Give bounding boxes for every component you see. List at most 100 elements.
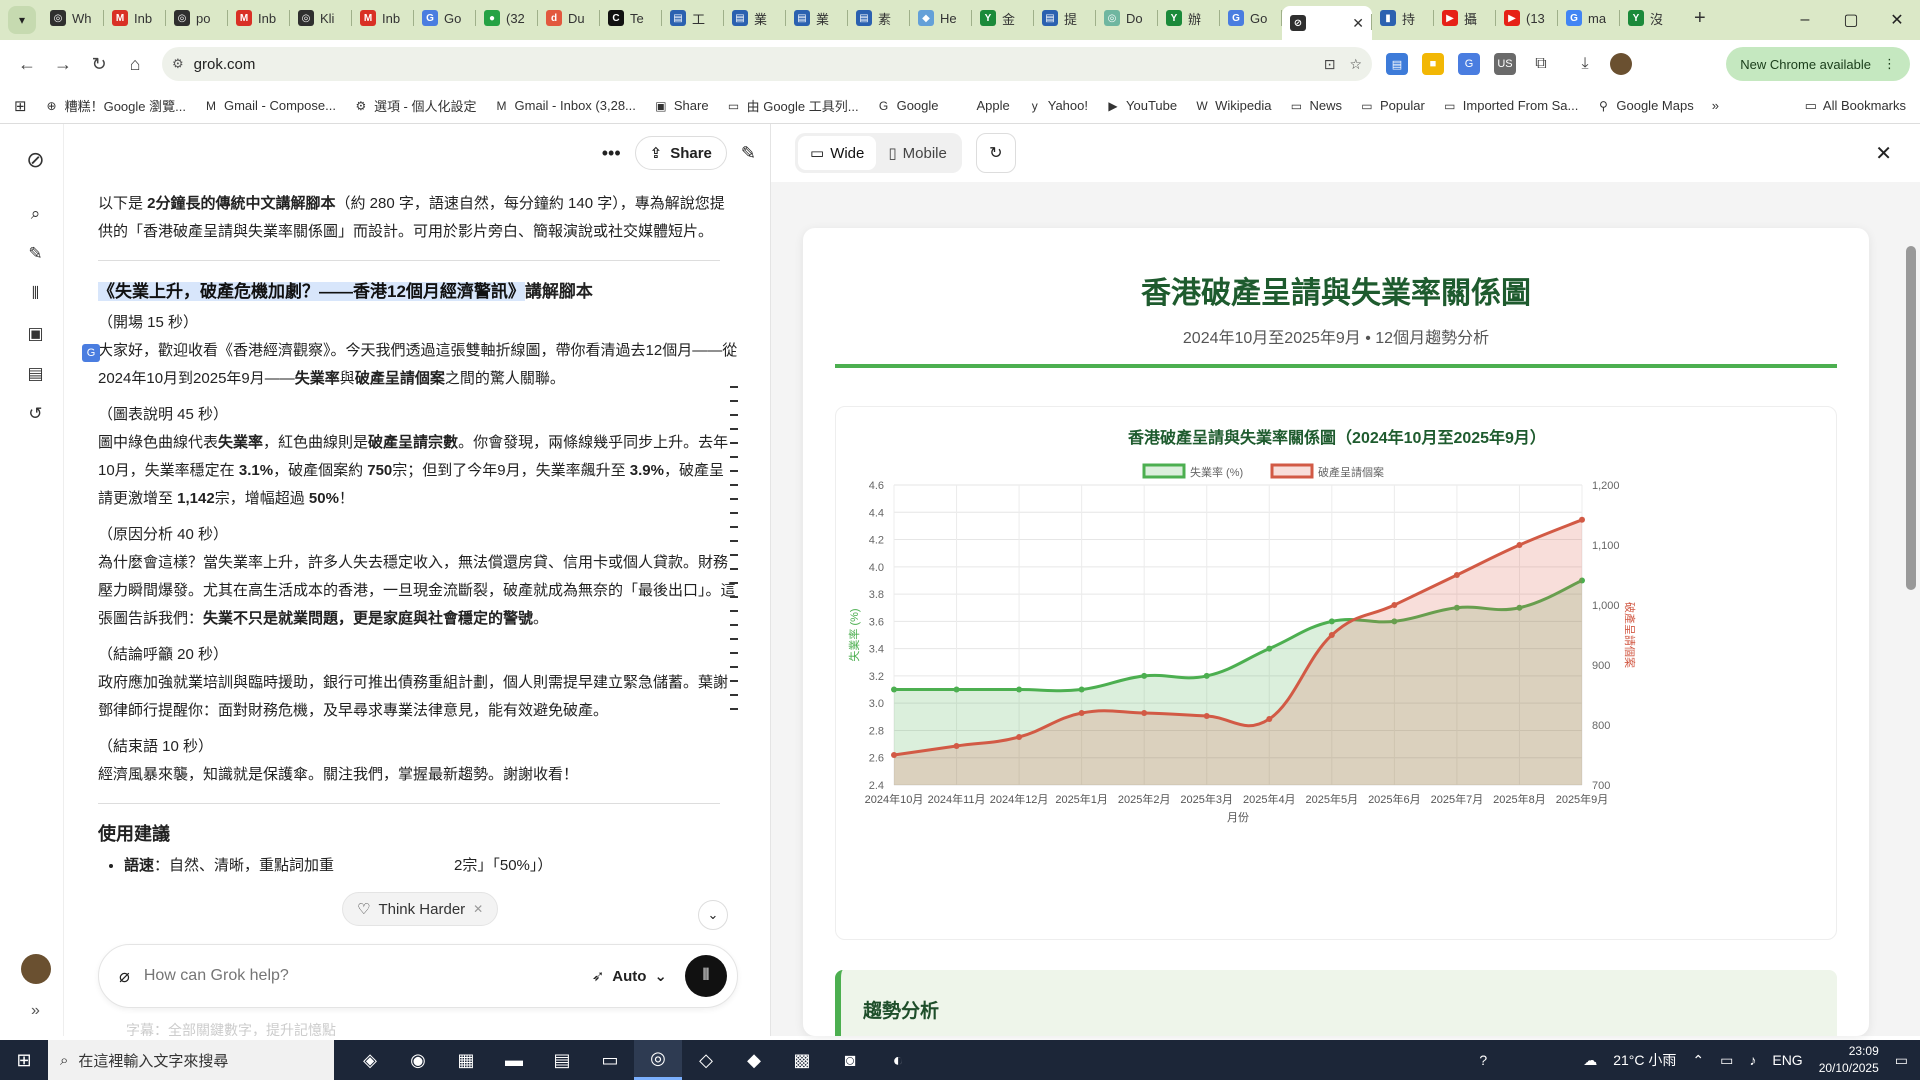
volume-icon[interactable]: ♪ [1749,1052,1756,1068]
bookmark-item[interactable]: ⚲ Google Maps [1596,96,1694,115]
history-icon[interactable]: ↺ [20,398,52,430]
app-icon[interactable]: ▩ [778,1040,826,1080]
tab[interactable]: G Go [414,2,476,34]
close-tab-icon[interactable]: ✕ [1352,15,1364,32]
tab[interactable]: Y金 [972,2,1034,34]
store-icon[interactable]: ▦ [442,1040,490,1080]
bookmark-item[interactable]: ▭ Popular [1360,96,1424,115]
minimize-icon[interactable]: – [1782,0,1828,40]
bookmark-item[interactable]: y Yahoo! [1028,96,1088,115]
tab[interactable]: ◎ Kli [290,2,352,34]
bookmark-item[interactable]: Apple [957,96,1010,115]
tab[interactable]: C Te [600,2,662,34]
app-icon[interactable]: ◐ [874,1040,922,1080]
taskbar-search[interactable]: ⌕ 在這裡輸入文字來搜尋 [48,1040,334,1080]
close-icon[interactable]: ✕ [473,902,483,916]
tab[interactable]: ▤ 業 [724,2,786,34]
update-chrome-button[interactable]: New Chrome available ⋮ [1726,47,1910,81]
copilot-icon[interactable]: ◈ [346,1040,394,1080]
projects-icon[interactable]: ▤ [20,358,52,390]
language-indicator[interactable]: ENG [1772,1052,1802,1068]
voice-icon[interactable]: ⫴ [20,278,52,310]
windows-start-icon[interactable]: ⊞ [0,1050,48,1071]
tab[interactable]: ▶ 攝 [1434,2,1496,34]
tab[interactable]: M Inb [104,2,166,34]
expand-sidebar-icon[interactable]: » [31,1002,40,1020]
mobile-view-button[interactable]: ▯ Mobile [876,136,958,170]
voice-mode-button[interactable]: ⫴ [685,955,727,997]
network-icon[interactable]: ▭ [1720,1052,1733,1069]
search-icon[interactable]: ⌕ [20,198,52,230]
edge-icon[interactable]: ◉ [394,1040,442,1080]
profile-avatar[interactable] [1610,53,1632,75]
bookmark-item[interactable]: W Wikipedia [1195,96,1271,115]
tab[interactable]: ▤ 素 [848,2,910,34]
weather-text[interactable]: 21°C 小雨 [1613,1050,1676,1070]
bookmark-item[interactable]: M Gmail - Compose... [204,96,336,115]
tab[interactable]: ◎ po [166,2,228,34]
bookmark-item[interactable]: ▭ Imported From Sa... [1443,96,1578,115]
bookmark-item[interactable]: ⊕ 糟糕！Google 瀏覽... [45,96,186,115]
site-info-icon[interactable]: ⚙ [172,56,184,72]
new-tab-button[interactable]: + [1694,7,1706,30]
download-icon[interactable]: ⤓ [1574,53,1596,75]
tab[interactable]: Y辦 [1158,2,1220,34]
share-button[interactable]: ⇪ Share [634,136,727,170]
bookmark-item[interactable]: ▭ 由 Google 工具列... [727,96,859,115]
app-icon[interactable]: ◙ [826,1040,874,1080]
app-icon[interactable]: ◆ [730,1040,778,1080]
bookmark-item[interactable]: G Google [877,96,939,115]
home-button[interactable]: ⌂ [118,47,152,81]
puzzle-icon[interactable]: ⧉ [1530,53,1552,75]
chevron-up-icon[interactable]: ⌃ [1692,1052,1704,1069]
apps-icon[interactable]: ⊞ [14,97,27,115]
app-icon[interactable]: ◇ [682,1040,730,1080]
tab[interactable]: M Inb [228,2,290,34]
chrome-icon[interactable]: ◎ [634,1040,682,1080]
grok-logo-icon[interactable]: ⊘ [20,144,52,176]
tab[interactable]: ▮ 持 [1372,2,1434,34]
tab[interactable]: M Inb [352,2,414,34]
notification-icon[interactable]: ▭ [1895,1052,1908,1069]
tab[interactable]: d Du [538,2,600,34]
scroll-markers[interactable] [730,386,740,722]
bookmark-item[interactable]: ▣ Share [654,96,708,115]
tab[interactable]: ● (32 [476,2,538,34]
more-bookmarks-icon[interactable]: » [1712,98,1719,113]
extension-icon[interactable]: ■ [1422,53,1444,75]
tab[interactable]: ▤ 業 [786,2,848,34]
bookmark-item[interactable]: ⚙ 選項 - 個人化設定 [354,96,477,115]
all-bookmarks-button[interactable]: ▭ All Bookmarks [1805,98,1906,114]
preview-scrollbar[interactable] [1906,192,1916,1032]
bookmark-item[interactable]: ▶ YouTube [1106,96,1177,115]
back-button[interactable]: ← [10,47,44,81]
tab[interactable]: ◆ He [910,2,972,34]
tab[interactable]: ◎ Do [1096,2,1158,34]
more-options-icon[interactable]: ••• [602,143,621,164]
reload-button[interactable]: ↻ [82,47,116,81]
tab[interactable]: ▶ (13 [1496,2,1558,34]
new-chat-icon[interactable]: ✎ [20,238,52,270]
refresh-preview-button[interactable]: ↻ [975,133,1016,173]
user-avatar[interactable] [20,954,51,984]
tab[interactable]: ◎ Wh [42,2,104,34]
tab[interactable]: Y沒 [1620,2,1682,34]
tab-active[interactable]: ⊘ ✕ [1282,6,1372,40]
tab[interactable]: ▤ 工 [662,2,724,34]
forward-button[interactable]: → [46,47,80,81]
address-bar[interactable]: ⚙ grok.com ⊡ ☆ [162,47,1372,81]
help-icon[interactable]: ? [1479,1052,1487,1068]
maximize-icon[interactable]: ▢ [1828,0,1874,40]
close-preview-icon[interactable]: ✕ [1875,141,1892,166]
clock[interactable]: 23:09 20/10/2025 [1819,1043,1879,1077]
wide-view-button[interactable]: ▭ Wide [798,136,877,170]
scroll-down-button[interactable]: ⌄ [698,900,728,930]
close-window-icon[interactable]: ✕ [1874,0,1920,40]
tab[interactable]: ▤ 提 [1034,2,1096,34]
tab[interactable]: G Go [1220,2,1282,34]
url-text[interactable]: grok.com [194,56,256,73]
install-app-icon[interactable]: ⊡ [1324,56,1336,73]
bookmark-star-icon[interactable]: ☆ [1349,56,1362,73]
extension-icon[interactable]: ▤ [1386,53,1408,75]
weather-icon[interactable]: ☁ [1583,1052,1597,1069]
